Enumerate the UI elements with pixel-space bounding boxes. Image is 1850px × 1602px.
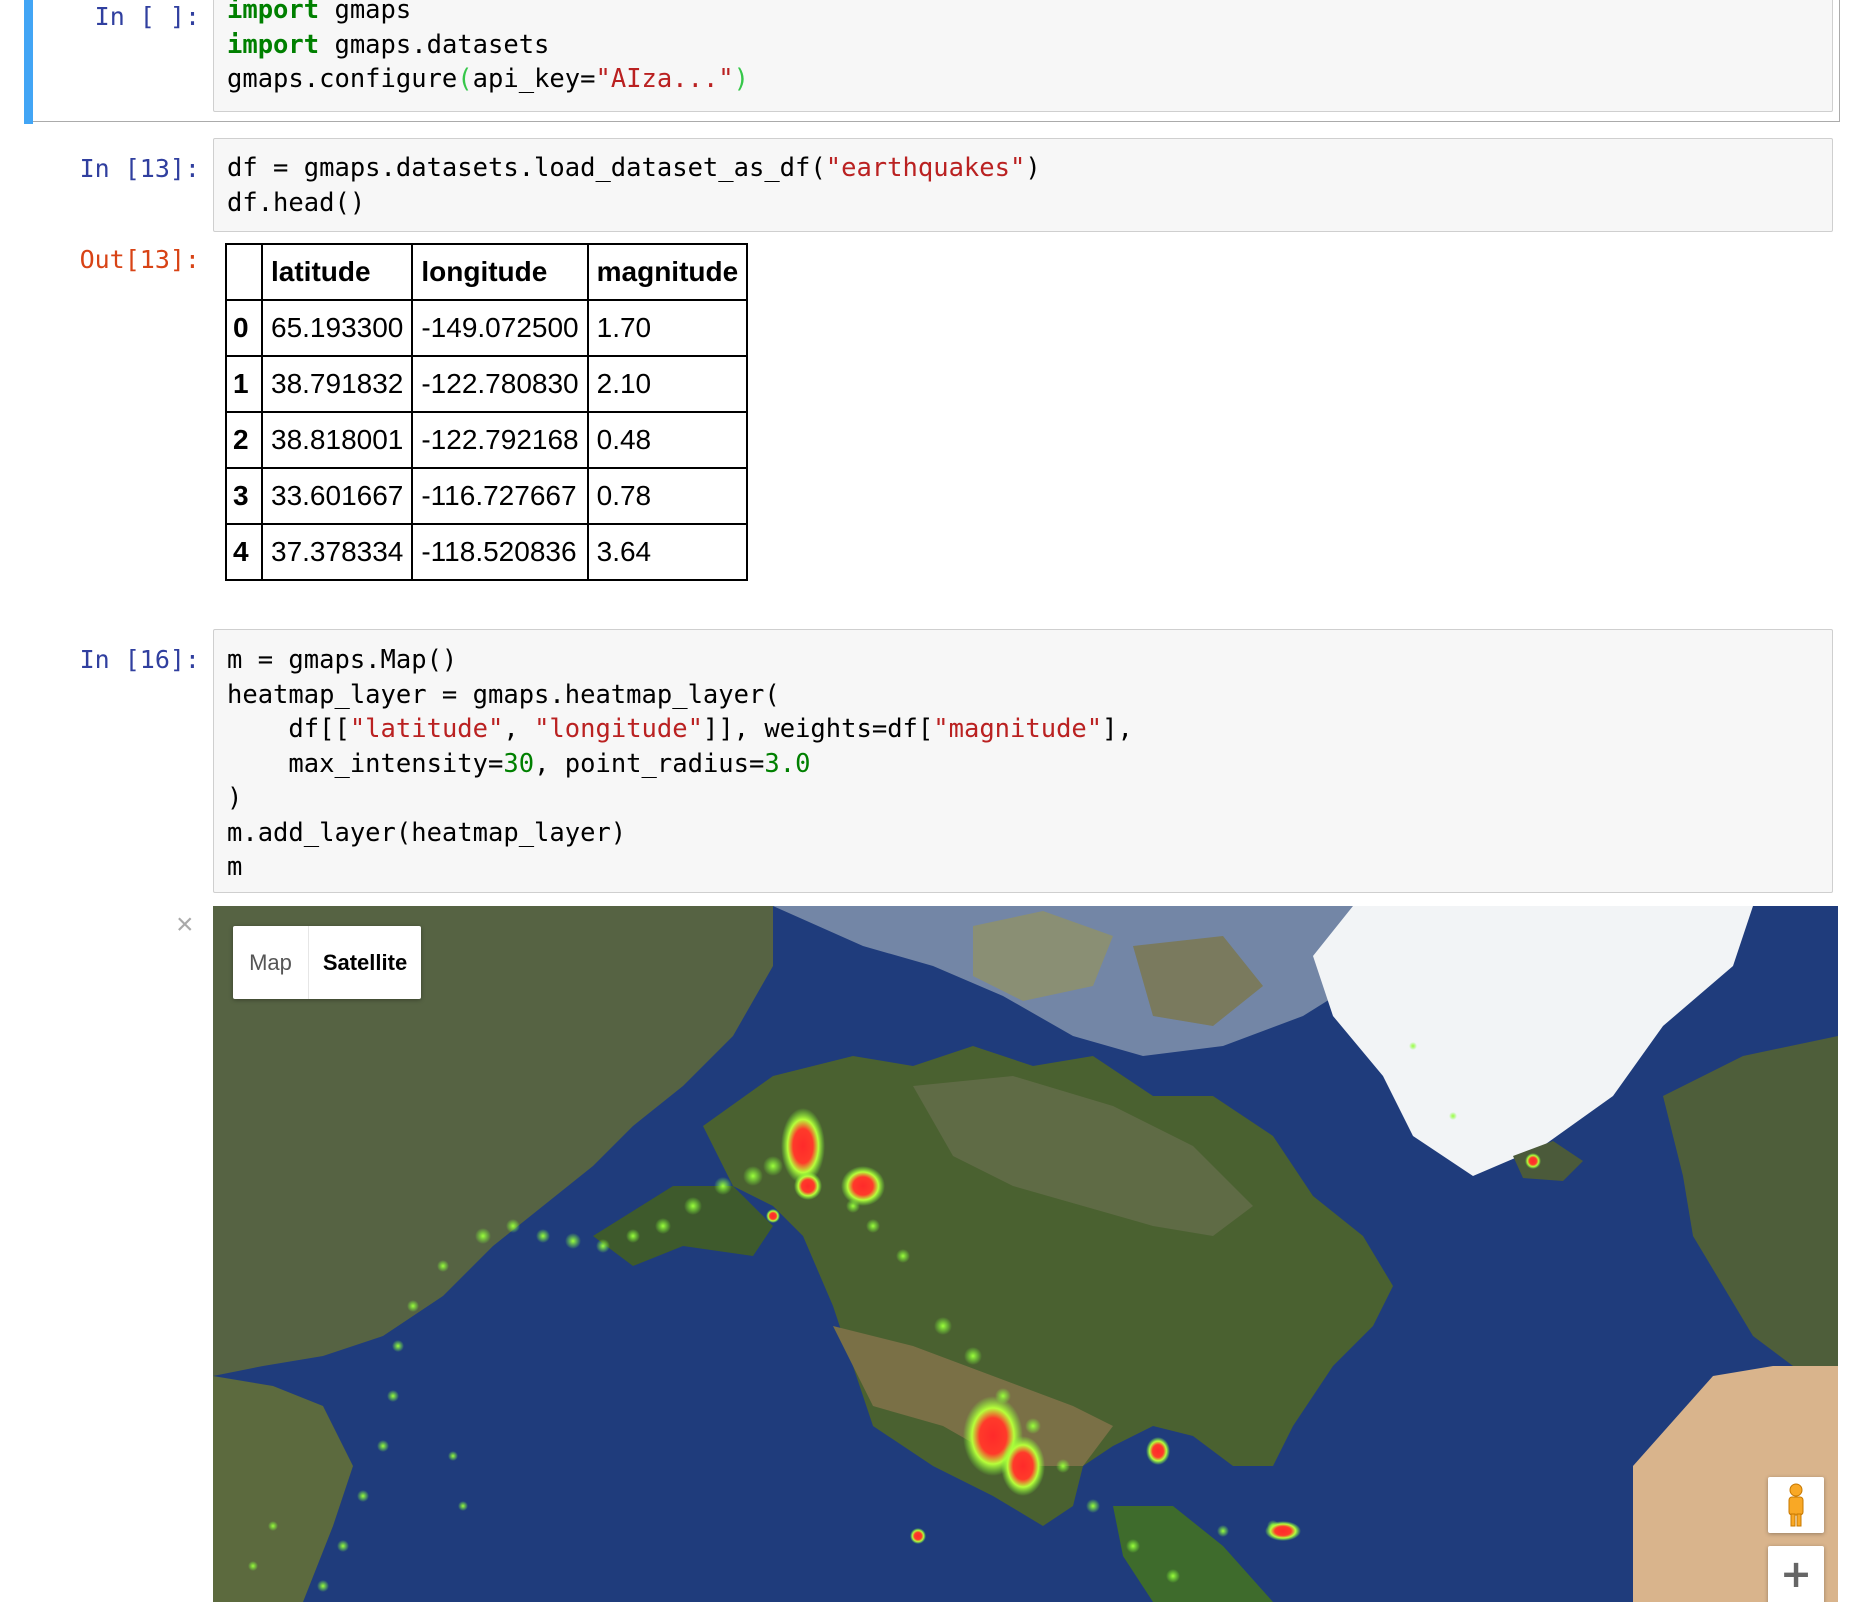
table-row: 0 65.193300 -149.072500 1.70 (225, 299, 749, 357)
column-header: longitude (411, 243, 589, 301)
row-index: 0 (225, 299, 263, 357)
code-token: ) (227, 783, 243, 813)
code-token: heatmap_layer = gmaps.heatmap_layer( (227, 679, 780, 710)
code-token: ) (1025, 153, 1041, 183)
pegman-icon (1788, 1483, 1804, 1527)
code-line: df[["latitude", "longitude"]], weights=d… (227, 712, 1133, 747)
table-cell: 0.78 (586, 467, 749, 525)
table-cell: 37.378334 (260, 523, 414, 581)
map-type-map-button[interactable]: Map (233, 926, 309, 999)
code-line: heatmap_layer = gmaps.heatmap_layer( (227, 678, 1133, 713)
row-index: 3 (225, 467, 263, 525)
code-token: df[[ (227, 714, 350, 744)
code-token: max_intensity= (227, 748, 504, 779)
table-cell: 2.10 (586, 355, 749, 413)
close-output-icon[interactable]: × (176, 910, 194, 940)
table-row: 3 33.601667 -116.727667 0.78 (225, 467, 749, 525)
table-cell: 38.791832 (260, 355, 414, 413)
table-cell: 33.601667 (260, 467, 414, 525)
code-token: m.add_layer(heatmap_layer) (227, 817, 627, 848)
cell-prompt-1: In [ ]: (94, 2, 200, 31)
code-token: "AIza..." (595, 64, 734, 94)
code-line: df = gmaps.datasets.load_dataset_as_df("… (227, 151, 1041, 186)
code-token: gmaps (319, 0, 412, 25)
code-line: m = gmaps.Map() (227, 643, 1133, 678)
table-cell: -122.792168 (411, 411, 589, 469)
zoom-in-button[interactable]: + (1768, 1546, 1824, 1602)
row-index: 1 (225, 355, 263, 413)
code-line: df.head() (227, 186, 1041, 221)
code-token: ( (457, 64, 473, 94)
code-text-1: import gmaps import gmaps.datasets gmaps.c… (227, 0, 749, 97)
table-cell: 1.70 (586, 299, 749, 357)
cell-prompt-3: In [16]: (79, 645, 200, 674)
code-token: import (227, 29, 320, 60)
code-line: m (227, 850, 1133, 885)
code-token: 30 (503, 748, 535, 779)
code-text-3: m = gmaps.Map() heatmap_layer = gmaps.hea… (227, 643, 1133, 885)
dataframe-table: latitude longitude magnitude 0 65.193300 -149… (225, 243, 749, 581)
code-token: , (503, 714, 535, 744)
table-cell: -116.727667 (411, 467, 589, 525)
code-input-1[interactable]: import gmaps import gmaps.datasets gmaps.c… (213, 0, 1833, 112)
code-token: import (227, 0, 320, 25)
table-cell: -122.780830 (411, 355, 589, 413)
code-line: gmaps.configure(api_key="AIza...") (227, 62, 749, 97)
table-cell: 3.64 (586, 523, 749, 581)
code-token: , point_radius= (534, 748, 765, 779)
code-line: import gmaps (227, 0, 749, 28)
code-input-3[interactable]: m = gmaps.Map() heatmap_layer = gmaps.hea… (213, 629, 1833, 893)
street-view-pegman-button[interactable] (1768, 1477, 1824, 1533)
map-type-control: Map Satellite (233, 926, 421, 999)
table-cell: 38.818001 (260, 411, 414, 469)
code-input-2[interactable]: df = gmaps.datasets.load_dataset_as_df("… (213, 138, 1833, 232)
code-line: import gmaps.datasets (227, 28, 749, 63)
code-text-2: df = gmaps.datasets.load_dataset_as_df("… (227, 151, 1041, 220)
code-token: gmaps.configure (227, 64, 458, 94)
table-header-row: latitude longitude magnitude (225, 243, 749, 301)
code-token: m = gmaps.Map() (227, 645, 458, 675)
code-line: max_intensity=30, point_radius=3.0 (227, 747, 1133, 782)
table-cell: -118.520836 (411, 523, 589, 581)
row-index: 4 (225, 523, 263, 581)
code-token: ]], weights=df[ (702, 714, 934, 744)
table-cell: -149.072500 (411, 299, 589, 357)
table-cell: 65.193300 (260, 299, 414, 357)
table-row: 1 38.791832 -122.780830 2.10 (225, 355, 749, 413)
code-token: df.head() (227, 187, 366, 218)
table-cell: 0.48 (586, 411, 749, 469)
column-header (225, 243, 263, 301)
code-token: df = gmaps.datasets.load_dataset_as_df( (227, 153, 826, 183)
column-header: magnitude (586, 243, 749, 301)
table-row: 4 37.378334 -118.520836 3.64 (225, 523, 749, 581)
code-token: 3.0 (764, 748, 811, 779)
code-token: ) (733, 64, 750, 94)
satellite-imagery (213, 906, 1838, 1602)
code-token: m (227, 852, 243, 882)
code-token: ], (1102, 714, 1133, 744)
code-token: "magnitude" (933, 714, 1103, 744)
cell-prompt-2: In [13]: (79, 154, 200, 183)
code-token: "longitude" (534, 714, 703, 744)
row-index: 2 (225, 411, 263, 469)
code-token: "latitude" (349, 714, 504, 744)
column-header: latitude (260, 243, 414, 301)
code-token: "earthquakes" (825, 153, 1026, 183)
code-token: gmaps.datasets (319, 29, 550, 60)
map-type-satellite-button[interactable]: Satellite (309, 926, 421, 999)
table-row: 2 38.818001 -122.792168 0.48 (225, 411, 749, 469)
code-line: m.add_layer(heatmap_layer) (227, 816, 1133, 851)
code-token: api_key= (472, 64, 596, 94)
output-prompt: Out[13]: (79, 245, 200, 274)
code-line: ) (227, 781, 1133, 816)
map-widget[interactable]: Map Satellite + (213, 906, 1838, 1602)
